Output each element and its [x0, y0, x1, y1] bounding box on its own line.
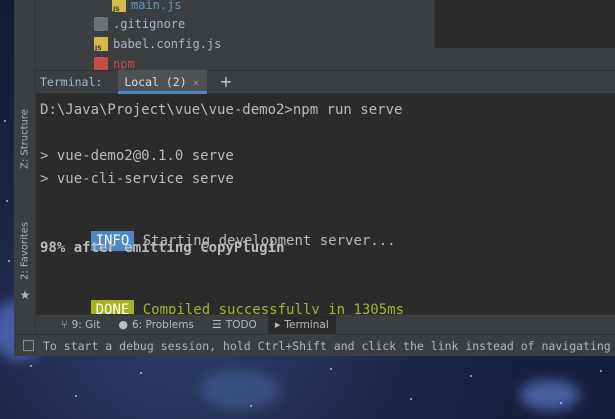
- tool-tab-problems[interactable]: ● 6: Problems: [111, 315, 201, 335]
- add-terminal-icon[interactable]: +: [219, 74, 232, 90]
- terminal-script-line: > vue-demo2@0.1.0 serve: [40, 148, 234, 164]
- tree-item-gitignore[interactable]: .gitignore: [94, 15, 185, 33]
- terminal-progress-line: 98% after emitting CopyPlugin: [40, 240, 285, 256]
- status-bar: To start a debug session, hold Ctrl+Shif…: [14, 334, 615, 356]
- left-tool-strip: Z: Structure 2: Favorites ★: [14, 0, 36, 356]
- bottom-tool-tabs: ⑂ 9: Git ● 6: Problems ☰ TODO ▸ Terminal: [36, 314, 615, 335]
- favorites-tool-tab[interactable]: 2: Favorites: [17, 212, 33, 290]
- done-text: Compiled successfully in 1305ms: [142, 302, 405, 314]
- npm-icon: [94, 57, 108, 71]
- project-tree: main.js .gitignore babel.config.js npm: [36, 0, 615, 71]
- js-file-icon: [94, 37, 108, 52]
- tool-tab-label: TODO: [225, 318, 257, 331]
- tree-item-label: babel.config.js: [113, 37, 222, 51]
- tool-tab-terminal[interactable]: ▸ Terminal: [267, 314, 336, 335]
- terminal-script-line: > vue-cli-service serve: [40, 171, 234, 187]
- tree-item-label: npm: [113, 57, 135, 71]
- gitignore-file-icon: [94, 17, 108, 31]
- tree-item-label: .gitignore: [113, 17, 186, 31]
- done-badge: DONE: [90, 300, 135, 314]
- terminal-prompt-line: D:\Java\Project\vue\vue-demo2>npm run se…: [40, 102, 403, 118]
- tool-tab-todo[interactable]: ☰ TODO: [205, 315, 264, 335]
- tree-item-main-js[interactable]: main.js: [112, 0, 182, 14]
- js-file-icon: [112, 0, 126, 13]
- favorites-star-icon: ★: [19, 288, 31, 302]
- tool-tab-label: 9: Git: [71, 318, 101, 331]
- terminal-tab-local-2[interactable]: Local (2) ×: [118, 70, 208, 94]
- toggle-tool-windows-icon[interactable]: [23, 340, 34, 351]
- problems-icon: ●: [118, 318, 128, 331]
- tool-tab-label: 6: Problems: [131, 318, 194, 331]
- tool-tab-git[interactable]: ⑂ 9: Git: [54, 315, 107, 335]
- tree-item-babel-config[interactable]: babel.config.js: [94, 35, 221, 53]
- structure-tool-tab[interactable]: Z: Structure: [17, 100, 33, 178]
- tool-tab-label: Terminal: [284, 318, 329, 331]
- editor-area: [434, 0, 615, 48]
- terminal-done-line: DONE Compiled successfully in 1305ms: [40, 284, 404, 314]
- tree-item-label: main.js: [131, 0, 182, 12]
- todo-list-icon: ☰: [211, 318, 222, 331]
- git-branch-icon: ⑂: [61, 318, 68, 331]
- terminal-title: Terminal:: [40, 75, 103, 89]
- terminal-tab-label: Local (2): [124, 75, 187, 89]
- terminal-output[interactable]: D:\Java\Project\vue\vue-demo2>npm run se…: [36, 95, 615, 314]
- terminal-icon: ▸: [274, 318, 281, 331]
- ide-window: Z: Structure 2: Favorites ★ main.js .git…: [14, 0, 615, 356]
- close-icon[interactable]: ×: [193, 76, 200, 89]
- terminal-header: Terminal: Local (2) × +: [36, 70, 615, 94]
- status-message: To start a debug session, hold Ctrl+Shif…: [43, 338, 611, 353]
